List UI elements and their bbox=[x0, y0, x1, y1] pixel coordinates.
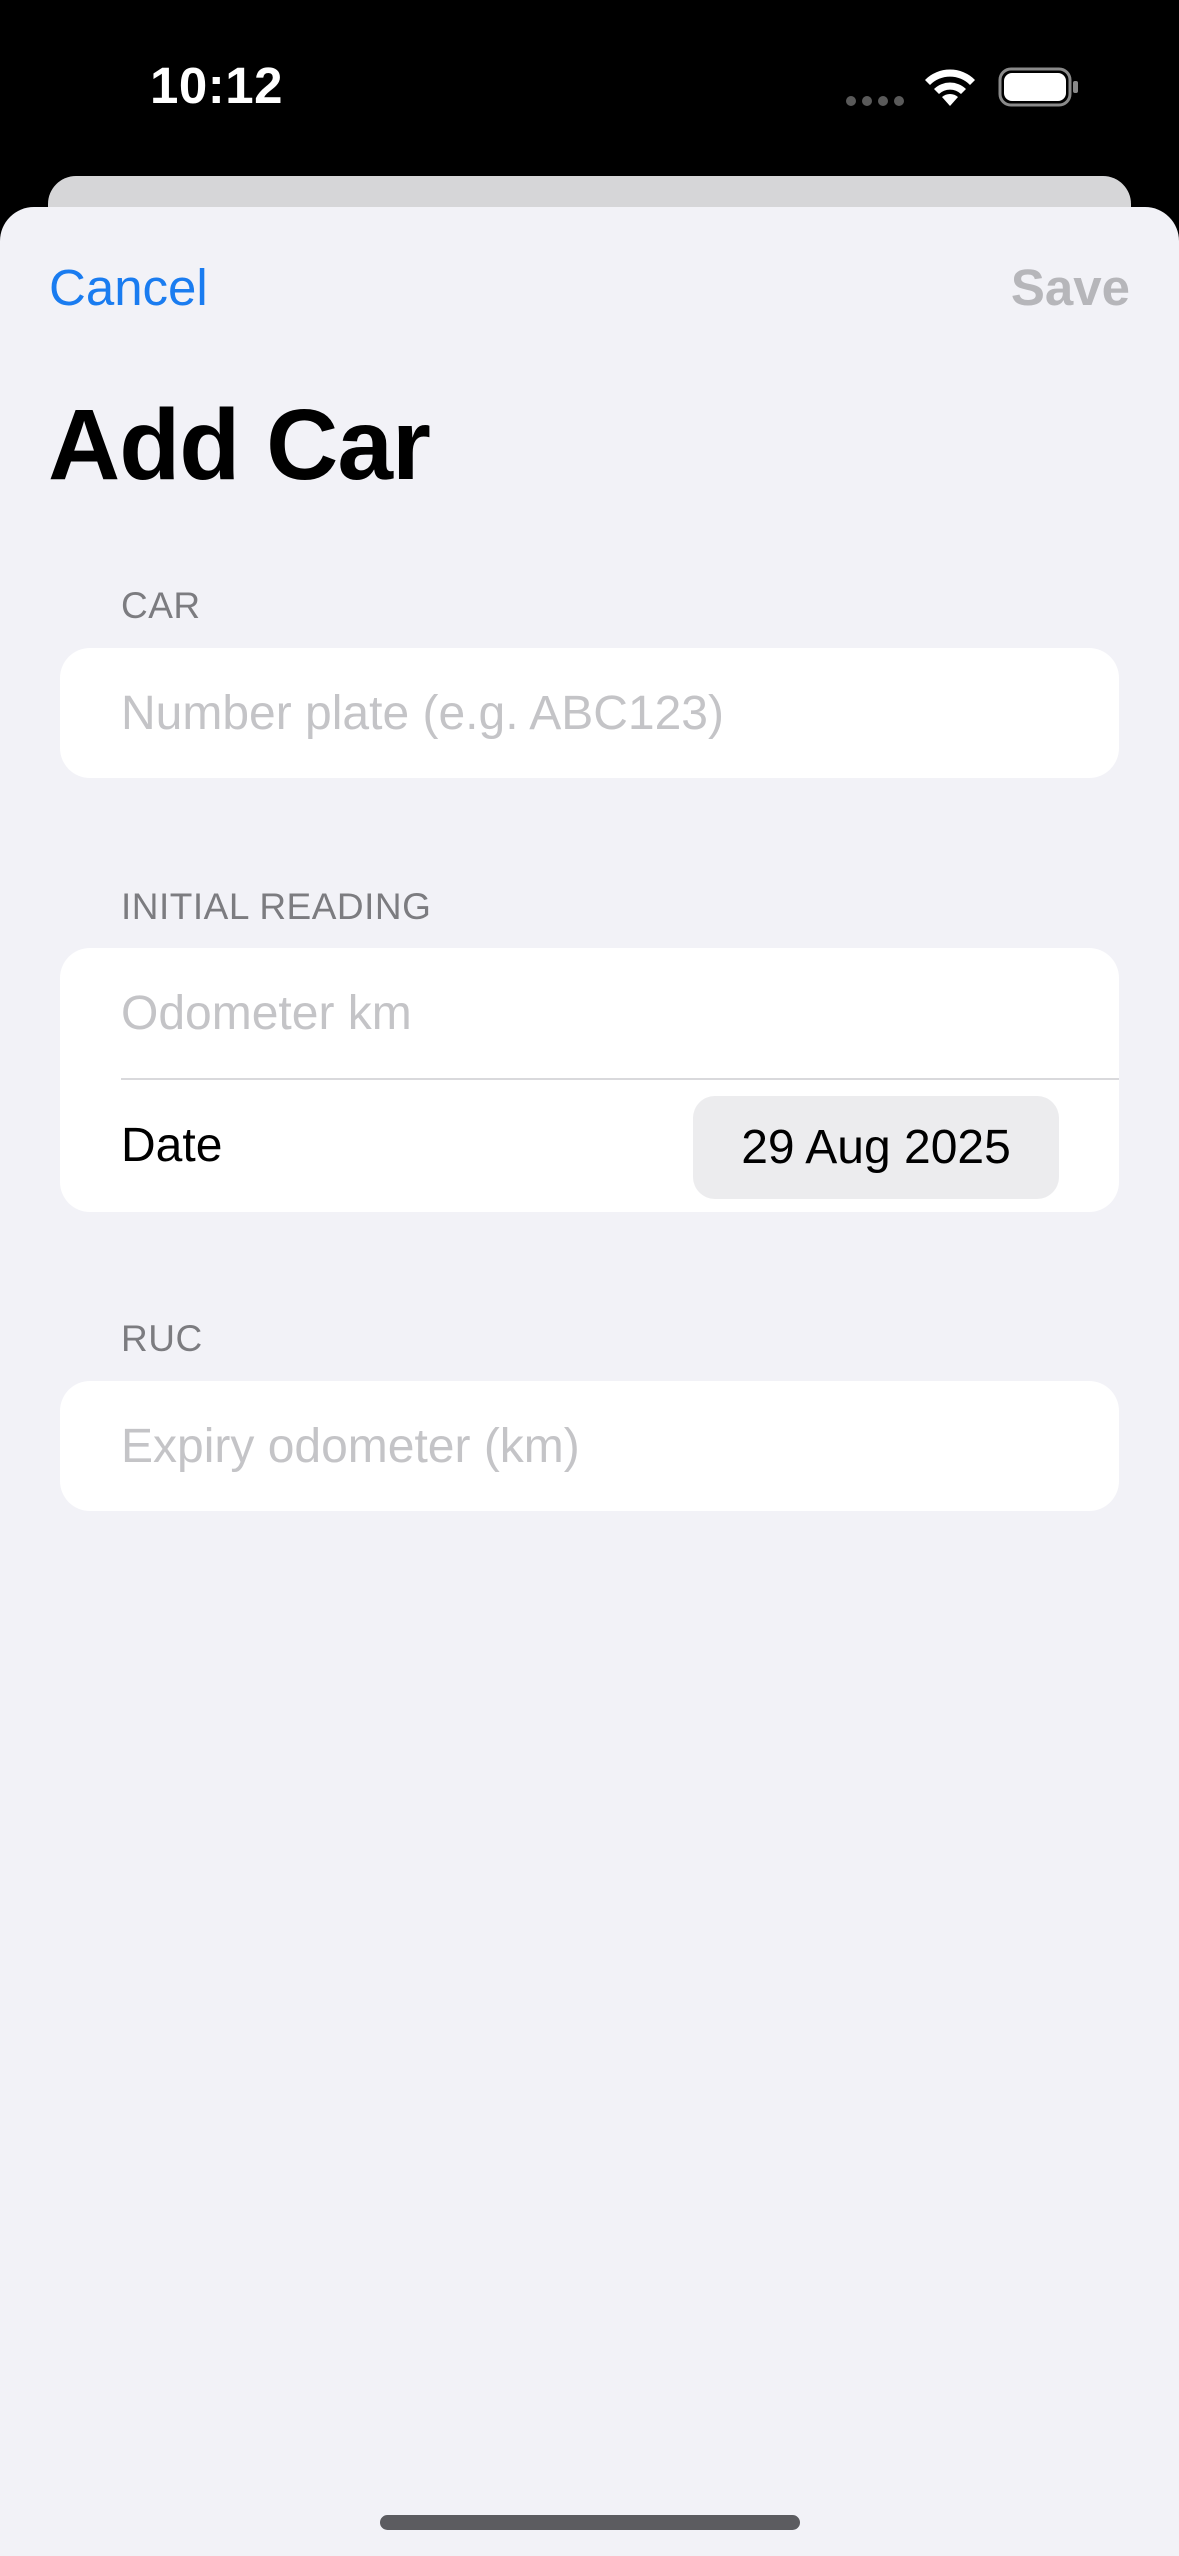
page-title: Add Car bbox=[48, 389, 431, 501]
row-divider bbox=[121, 1078, 1119, 1080]
save-button[interactable]: Save bbox=[1011, 258, 1130, 317]
status-time: 10:12 bbox=[150, 57, 283, 114]
odometer-input[interactable] bbox=[121, 948, 1119, 1078]
ruc-card bbox=[60, 1381, 1119, 1511]
number-plate-input[interactable] bbox=[121, 648, 1119, 778]
cancel-button[interactable]: Cancel bbox=[49, 258, 208, 317]
section-header-initial-reading: INITIAL READING bbox=[121, 886, 432, 927]
cellular-dots-icon bbox=[846, 96, 904, 106]
wifi-icon bbox=[925, 69, 975, 106]
section-header-ruc: RUC bbox=[121, 1318, 203, 1359]
home-indicator[interactable] bbox=[380, 2515, 800, 2530]
expiry-odometer-input[interactable] bbox=[121, 1381, 1119, 1511]
section-header-car: CAR bbox=[121, 585, 201, 626]
car-card bbox=[60, 648, 1119, 778]
initial-reading-card: Date 29 Aug 2025 bbox=[60, 948, 1119, 1212]
status-bar: 10:12 bbox=[0, 0, 1179, 180]
date-label: Date bbox=[121, 1119, 223, 1172]
date-picker-button[interactable]: 29 Aug 2025 bbox=[693, 1096, 1059, 1199]
battery-icon bbox=[998, 67, 1078, 107]
